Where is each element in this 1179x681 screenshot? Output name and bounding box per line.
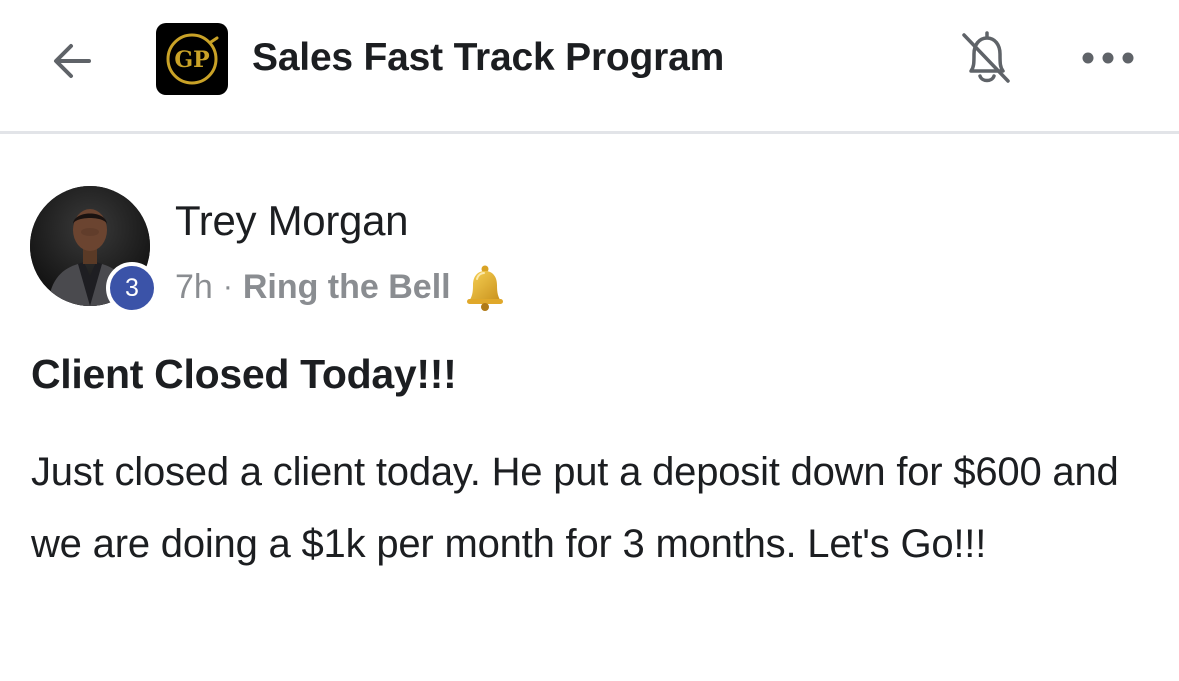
author-name[interactable]: Trey Morgan xyxy=(175,196,409,246)
notifications-button[interactable] xyxy=(956,26,1018,88)
meta-separator: · xyxy=(222,270,233,303)
post-time[interactable]: 7h xyxy=(175,268,213,307)
post-topic[interactable]: Ring the Bell xyxy=(243,268,451,307)
post-title: Client Closed Today!!! xyxy=(31,351,457,397)
arrow-left-icon xyxy=(54,44,91,78)
more-horizontal-icon xyxy=(1082,52,1134,64)
group-logo[interactable]: GP xyxy=(156,23,228,95)
more-options-button[interactable] xyxy=(1076,38,1140,78)
back-button[interactable] xyxy=(46,34,100,88)
level-badge: 3 xyxy=(106,262,158,314)
group-title[interactable]: Sales Fast Track Program xyxy=(252,34,724,82)
svg-text:GP: GP xyxy=(174,47,209,73)
gp-logo-icon: GP xyxy=(166,33,219,85)
post-body: Just closed a client today. He put a dep… xyxy=(31,450,1119,566)
post-meta: 7h · Ring the Bell xyxy=(175,263,509,311)
bell-emoji-icon xyxy=(461,263,509,311)
top-app-bar: GP Sales Fast Track Program xyxy=(0,0,1179,134)
post-page: GP Sales Fast Track Program 3 Trey Morga… xyxy=(0,0,1179,681)
bell-off-icon xyxy=(962,31,1010,83)
author-avatar-container[interactable]: 3 xyxy=(30,186,158,314)
